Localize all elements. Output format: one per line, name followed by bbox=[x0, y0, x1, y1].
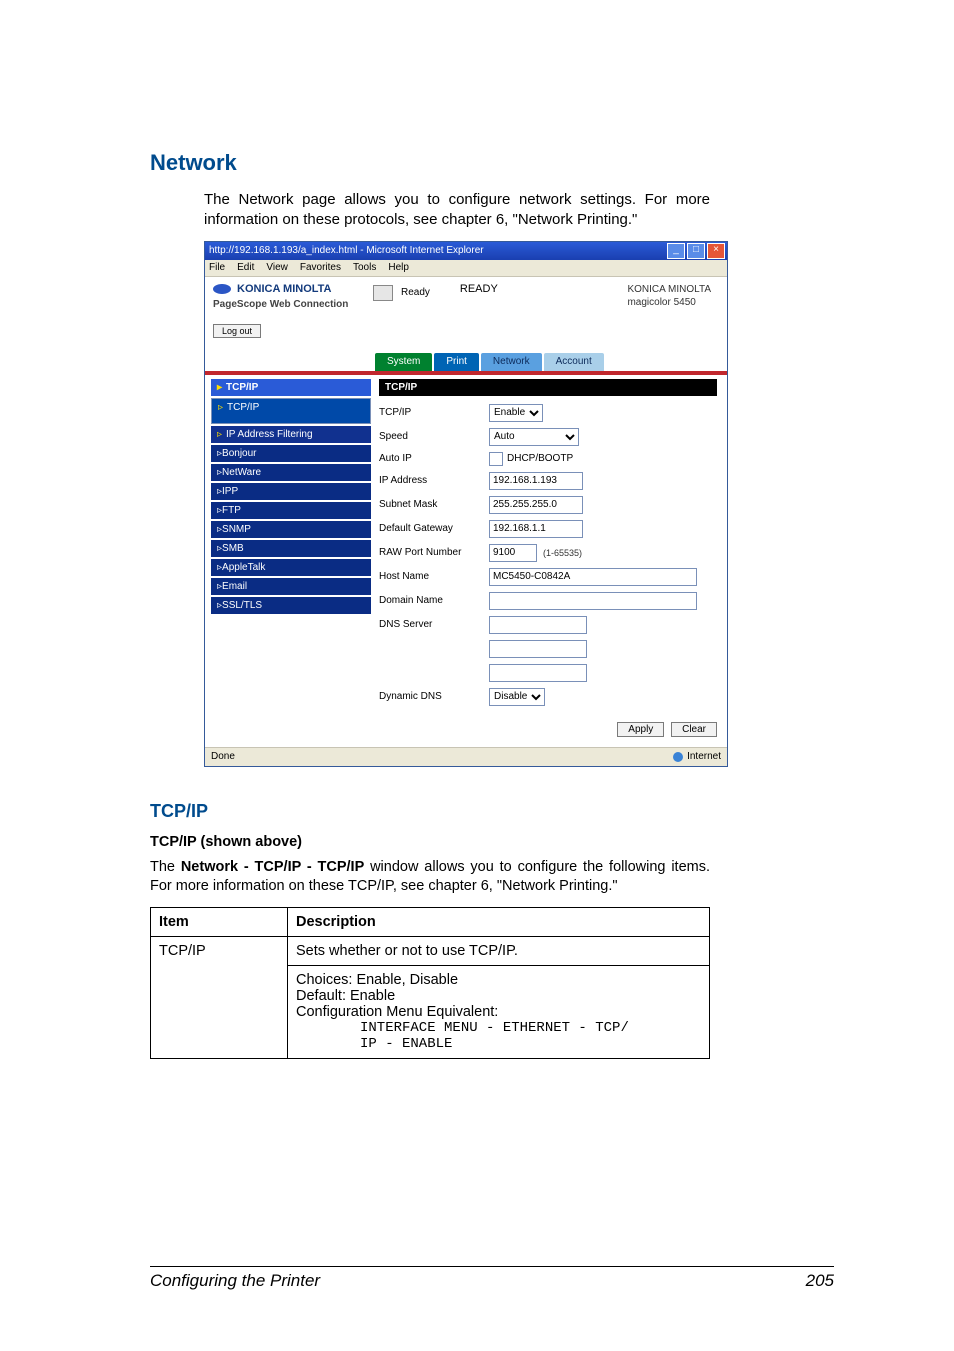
ie-title-text: http://192.168.1.193/a_index.html - Micr… bbox=[209, 245, 484, 256]
form-area: TCP/IP TCP/IPEnable SpeedAuto Auto IPDHC… bbox=[375, 375, 727, 716]
input-rawport[interactable] bbox=[489, 544, 537, 562]
sidebar: ▸TCP/IP ▹TCP/IP ▹IP Address Filtering ▹B… bbox=[205, 375, 375, 716]
menu-help[interactable]: Help bbox=[388, 262, 409, 273]
input-subnet[interactable] bbox=[489, 496, 583, 514]
menu-edit[interactable]: Edit bbox=[237, 262, 254, 273]
sidebar-item-snmp[interactable]: ▹SNMP bbox=[211, 521, 371, 538]
lbl-autoip: Auto IP bbox=[379, 453, 489, 464]
chk-label-autoip: DHCP/BOOTP bbox=[507, 453, 573, 464]
input-gateway[interactable] bbox=[489, 520, 583, 538]
sidebar-item-smb[interactable]: ▹SMB bbox=[211, 540, 371, 557]
model-label: magicolor 5450 bbox=[627, 296, 711, 309]
lbl-ipaddr: IP Address bbox=[379, 475, 489, 486]
company-label: KONICA MINOLTA bbox=[627, 283, 711, 296]
lbl-speed: Speed bbox=[379, 431, 489, 442]
ie-statusbar: Done Internet bbox=[205, 747, 727, 766]
input-dns3[interactable] bbox=[489, 664, 587, 682]
tcpip-description: The Network - TCP/IP - TCP/IP window all… bbox=[150, 858, 710, 897]
lbl-domain: Domain Name bbox=[379, 595, 489, 606]
ready-big: READY bbox=[460, 283, 498, 295]
footer-left: Configuring the Printer bbox=[150, 1271, 320, 1291]
intro-paragraph: The Network page allows you to configure… bbox=[204, 190, 710, 231]
ie-menubar: File Edit View Favorites Tools Help bbox=[205, 260, 727, 277]
sidebar-item-ssltls[interactable]: ▹SSL/TLS bbox=[211, 597, 371, 614]
footer-page-number: 205 bbox=[806, 1271, 834, 1291]
input-dns2[interactable] bbox=[489, 640, 587, 658]
close-icon[interactable]: × bbox=[707, 243, 725, 259]
zone-label: Internet bbox=[687, 751, 721, 762]
printer-icon bbox=[373, 285, 393, 301]
apply-button[interactable]: Apply bbox=[617, 722, 664, 737]
sidebar-item-ftp[interactable]: ▹FTP bbox=[211, 502, 371, 519]
tab-account[interactable]: Account bbox=[544, 353, 604, 371]
tcpip-shown-above: TCP/IP (shown above) bbox=[150, 834, 710, 850]
status-done: Done bbox=[211, 751, 235, 762]
logo-oval-icon bbox=[213, 284, 231, 294]
brand-text: KONICA MINOLTA bbox=[237, 283, 332, 295]
menu-view[interactable]: View bbox=[266, 262, 288, 273]
clear-button[interactable]: Clear bbox=[671, 722, 717, 737]
menu-file[interactable]: File bbox=[209, 262, 225, 273]
pagescope-label: PageScope Web Connection bbox=[213, 299, 373, 310]
th-item: Item bbox=[151, 907, 288, 936]
lbl-gateway: Default Gateway bbox=[379, 523, 489, 534]
sidebar-header[interactable]: ▸TCP/IP bbox=[211, 379, 371, 396]
brand-logo: KONICA MINOLTA bbox=[213, 283, 373, 295]
logout-button[interactable]: Log out bbox=[213, 324, 261, 338]
sidebar-item-ipfilter[interactable]: ▹IP Address Filtering bbox=[211, 426, 371, 443]
sidebar-item-ipp[interactable]: ▹IPP bbox=[211, 483, 371, 500]
input-dns1[interactable] bbox=[489, 616, 587, 634]
lbl-rawport: RAW Port Number bbox=[379, 547, 489, 558]
tab-print[interactable]: Print bbox=[434, 353, 479, 371]
select-tcpip[interactable]: Enable bbox=[489, 404, 543, 422]
tab-bar: System Print Network Account bbox=[205, 347, 727, 371]
minimize-icon[interactable]: _ bbox=[667, 243, 685, 259]
lbl-dns: DNS Server bbox=[379, 619, 489, 630]
tab-network[interactable]: Network bbox=[481, 353, 542, 371]
maximize-icon[interactable]: □ bbox=[687, 243, 705, 259]
lbl-hostname: Host Name bbox=[379, 571, 489, 582]
menu-tools[interactable]: Tools bbox=[353, 262, 376, 273]
sidebar-item-appletalk[interactable]: ▹AppleTalk bbox=[211, 559, 371, 576]
tab-system[interactable]: System bbox=[375, 353, 432, 371]
lbl-tcpip: TCP/IP bbox=[379, 407, 489, 418]
settings-table: Item Description TCP/IP Sets whether or … bbox=[150, 907, 710, 1059]
tcpip-heading: TCP/IP bbox=[150, 801, 710, 822]
select-speed[interactable]: Auto bbox=[489, 428, 579, 446]
zone-icon bbox=[673, 752, 683, 762]
input-ipaddr[interactable] bbox=[489, 472, 583, 490]
form-title: TCP/IP bbox=[379, 379, 717, 396]
lbl-dyndns: Dynamic DNS bbox=[379, 691, 489, 702]
sidebar-item-netware[interactable]: ▹NetWare bbox=[211, 464, 371, 481]
th-desc: Description bbox=[288, 907, 710, 936]
cell-desc-block: Choices: Enable, Disable Default: Enable… bbox=[288, 965, 710, 1058]
cell-item-tcpip: TCP/IP bbox=[151, 936, 288, 1058]
sidebar-item-email[interactable]: ▹Email bbox=[211, 578, 371, 595]
sidebar-item-tcpip[interactable]: ▹TCP/IP bbox=[211, 398, 371, 424]
ready-label: Ready bbox=[401, 287, 430, 298]
input-domain[interactable] bbox=[489, 592, 697, 610]
select-dyndns[interactable]: Disable bbox=[489, 688, 545, 706]
page-footer: Configuring the Printer 205 bbox=[150, 1266, 834, 1291]
input-hostname[interactable] bbox=[489, 568, 697, 586]
ie-window: http://192.168.1.193/a_index.html - Micr… bbox=[204, 241, 728, 767]
cell-desc-line1: Sets whether or not to use TCP/IP. bbox=[288, 936, 710, 965]
menu-favorites[interactable]: Favorites bbox=[300, 262, 341, 273]
sidebar-item-bonjour[interactable]: ▹Bonjour bbox=[211, 445, 371, 462]
lbl-subnet: Subnet Mask bbox=[379, 499, 489, 510]
checkbox-autoip[interactable] bbox=[489, 452, 503, 466]
section-heading: Network bbox=[150, 150, 710, 176]
range-rawport: (1-65535) bbox=[543, 548, 582, 558]
ie-titlebar: http://192.168.1.193/a_index.html - Micr… bbox=[205, 242, 727, 260]
